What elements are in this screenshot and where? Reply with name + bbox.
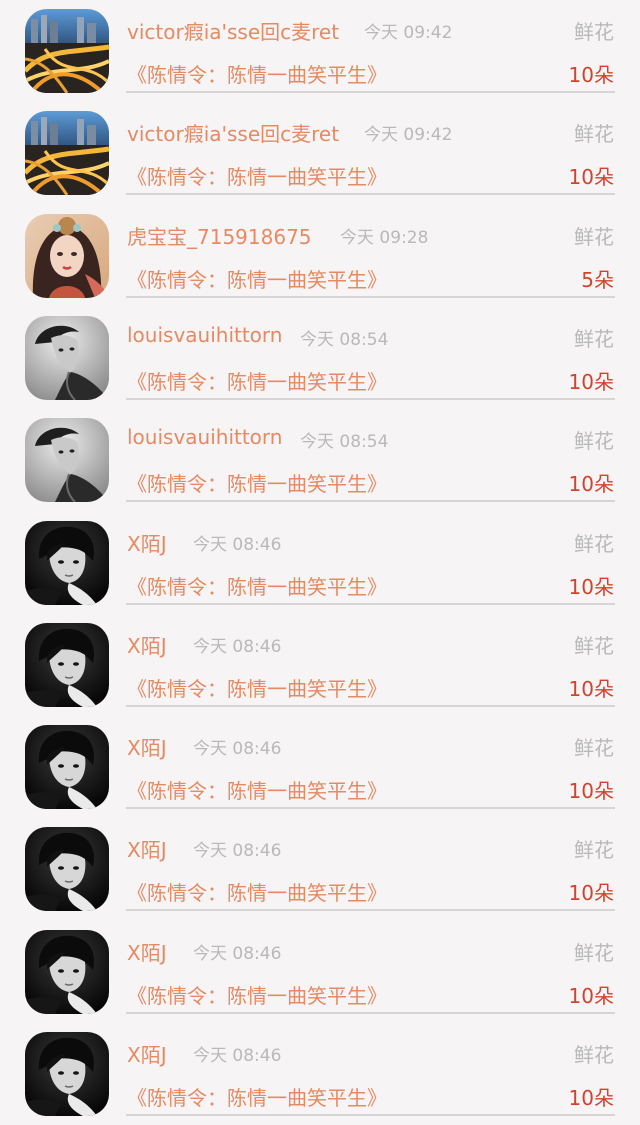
timestamp: 今天 08:54 (300, 329, 389, 350)
row-divider (126, 193, 615, 196)
gift-type-label: 鲜花 (574, 940, 614, 965)
user-name[interactable]: X陌J (127, 528, 167, 557)
drama-title[interactable]: 《陈情令：陈情一曲笑平生》 (127, 468, 387, 497)
dark-portrait-avatar[interactable] (25, 827, 109, 911)
city-highway-avatar[interactable] (25, 9, 109, 93)
user-name[interactable]: 虎宝宝_715918675 (127, 221, 312, 250)
user-name[interactable]: victor瘕ia'sse回c麦ret (127, 118, 339, 147)
list-item[interactable]: victor瘕ia'sse回c麦ret 今天 09:42 鲜花 《陈情令：陈情一… (0, 0, 640, 102)
drama-title[interactable]: 《陈情令：陈情一曲笑平生》 (127, 775, 387, 804)
list-item[interactable]: X陌J 今天 08:46 鲜花 《陈情令：陈情一曲笑平生》 10朵 (0, 818, 640, 920)
timestamp: 今天 08:46 (193, 739, 282, 760)
drama-title[interactable]: 《陈情令：陈情一曲笑平生》 (127, 980, 387, 1009)
gift-type-label: 鲜花 (574, 838, 614, 863)
gift-type-label: 鲜花 (574, 429, 614, 454)
drama-title[interactable]: 《陈情令：陈情一曲笑平生》 (127, 366, 387, 395)
drama-title[interactable]: 《陈情令：陈情一曲笑平生》 (127, 59, 387, 88)
gift-type-label: 鲜花 (574, 224, 614, 249)
list-item[interactable]: X陌J 今天 08:46 鲜花 《陈情令：陈情一曲笑平生》 10朵 (0, 1023, 640, 1125)
dark-portrait-avatar[interactable] (25, 623, 109, 707)
user-name[interactable]: louisvauihittorn (127, 323, 282, 347)
timestamp: 今天 09:42 (364, 125, 453, 146)
row-divider (126, 704, 615, 707)
timestamp: 今天 09:28 (340, 227, 429, 248)
list-item[interactable]: louisvauihittorn 今天 08:54 鲜花 《陈情令：陈情一曲笑平… (0, 409, 640, 511)
list-item[interactable]: X陌J 今天 08:46 鲜花 《陈情令：陈情一曲笑平生》 10朵 (0, 614, 640, 716)
city-highway-avatar[interactable] (25, 111, 109, 195)
gift-type-label: 鲜花 (574, 326, 614, 351)
timestamp: 今天 08:46 (193, 841, 282, 862)
user-name[interactable]: louisvauihittorn (127, 425, 282, 449)
row-divider (126, 1114, 615, 1116)
row-divider (126, 807, 615, 810)
user-name[interactable]: X陌J (127, 630, 167, 659)
user-name[interactable]: X陌J (127, 732, 167, 761)
timestamp: 今天 08:46 (193, 636, 282, 657)
drama-title[interactable]: 《陈情令：陈情一曲笑平生》 (127, 571, 387, 600)
timestamp: 今天 09:42 (364, 23, 453, 43)
list-item[interactable]: X陌J 今天 08:46 鲜花 《陈情令：陈情一曲笑平生》 10朵 (0, 512, 640, 614)
user-name[interactable]: victor瘕ia'sse回c麦ret (127, 16, 339, 45)
gift-count: 10朵 (568, 369, 614, 394)
gift-count: 10朵 (568, 881, 614, 906)
gift-count: 10朵 (568, 779, 614, 804)
painted-girl-avatar[interactable] (25, 214, 109, 298)
list-item[interactable]: louisvauihittorn 今天 08:54 鲜花 《陈情令：陈情一曲笑平… (0, 307, 640, 409)
timestamp: 今天 08:46 (193, 534, 282, 555)
row-divider (126, 91, 615, 93)
drama-title[interactable]: 《陈情令：陈情一曲笑平生》 (127, 673, 387, 702)
user-name[interactable]: X陌J (127, 937, 167, 966)
gift-type-label: 鲜花 (574, 20, 614, 44)
dark-portrait-avatar[interactable] (25, 725, 109, 809)
gift-count: 10朵 (568, 165, 614, 190)
row-divider (126, 295, 615, 298)
drama-title[interactable]: 《陈情令：陈情一曲笑平生》 (127, 877, 387, 906)
gift-count: 10朵 (568, 63, 614, 87)
gift-type-label: 鲜花 (574, 531, 614, 556)
timestamp: 今天 08:54 (300, 432, 389, 453)
dark-portrait-avatar[interactable] (25, 930, 109, 1014)
row-divider (126, 602, 615, 605)
row-divider (126, 397, 615, 400)
grayscale-man-avatar[interactable] (25, 316, 109, 400)
gift-count: 10朵 (568, 676, 614, 701)
gift-type-label: 鲜花 (574, 1043, 614, 1067)
list-item[interactable]: X陌J 今天 08:46 鲜花 《陈情令：陈情一曲笑平生》 10朵 (0, 716, 640, 818)
gift-type-label: 鲜花 (574, 633, 614, 658)
drama-title[interactable]: 《陈情令：陈情一曲笑平生》 (127, 264, 387, 293)
list-item[interactable]: 虎宝宝_715918675 今天 09:28 鲜花 《陈情令：陈情一曲笑平生》 … (0, 205, 640, 307)
dark-portrait-avatar[interactable] (25, 1032, 109, 1116)
gift-count: 10朵 (568, 472, 614, 497)
flower-gift-list: victor瘕ia'sse回c麦ret 今天 09:42 鲜花 《陈情令：陈情一… (0, 0, 640, 1125)
user-name[interactable]: X陌J (127, 1039, 167, 1068)
dark-portrait-avatar[interactable] (25, 521, 109, 605)
list-item[interactable]: victor瘕ia'sse回c麦ret 今天 09:42 鲜花 《陈情令：陈情一… (0, 102, 640, 204)
gift-count: 10朵 (568, 983, 614, 1008)
drama-title[interactable]: 《陈情令：陈情一曲笑平生》 (127, 161, 387, 190)
gift-type-label: 鲜花 (574, 122, 614, 147)
row-divider (126, 1011, 615, 1014)
user-name[interactable]: X陌J (127, 834, 167, 863)
gift-count: 10朵 (568, 574, 614, 599)
grayscale-man-avatar[interactable] (25, 418, 109, 502)
drama-title[interactable]: 《陈情令：陈情一曲笑平生》 (127, 1082, 387, 1111)
gift-count: 5朵 (581, 267, 614, 292)
timestamp: 今天 08:46 (193, 1046, 282, 1066)
gift-type-label: 鲜花 (574, 736, 614, 761)
row-divider (126, 500, 615, 503)
timestamp: 今天 08:46 (193, 943, 282, 964)
list-item[interactable]: X陌J 今天 08:46 鲜花 《陈情令：陈情一曲笑平生》 10朵 (0, 921, 640, 1023)
row-divider (126, 909, 615, 912)
gift-count: 10朵 (568, 1086, 614, 1110)
